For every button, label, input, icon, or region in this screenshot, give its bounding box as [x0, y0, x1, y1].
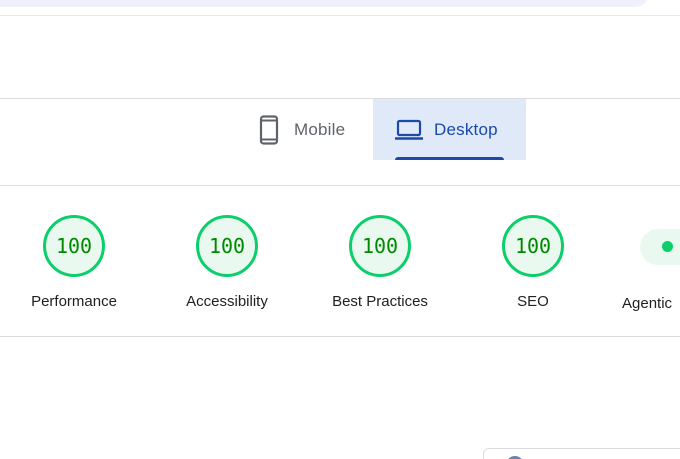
bottom-card[interactable]: [483, 448, 680, 459]
tab-mobile[interactable]: Mobile: [246, 99, 373, 160]
divider: [0, 15, 680, 16]
tab-desktop[interactable]: Desktop: [373, 99, 526, 160]
smartphone-icon: [258, 114, 280, 145]
tab-desktop-label: Desktop: [434, 119, 498, 139]
top-search-bar: [0, 0, 680, 16]
score-circle: 100: [349, 215, 411, 277]
gauge-label: SEO: [517, 293, 549, 310]
gauge-label: Performance: [31, 293, 117, 310]
gauge-label: Agentic: [622, 295, 673, 312]
score-circle: 100: [43, 215, 105, 277]
selected-tab-indicator: [395, 157, 504, 160]
score-pill: [640, 229, 680, 265]
score-circle: 100: [196, 215, 258, 277]
gauge-best-practices[interactable]: 100 Best Practices: [310, 215, 450, 310]
gauge-performance[interactable]: 100 Performance: [4, 215, 144, 310]
gauge-label: Accessibility: [186, 293, 268, 310]
gauge-accessibility[interactable]: 100 Accessibility: [157, 215, 297, 310]
category-scores: 100 Performance 100 Accessibility 100 Be…: [0, 186, 680, 337]
url-input-pill[interactable]: [0, 0, 650, 7]
gauge-agentic[interactable]: Agentic: [600, 215, 680, 315]
laptop-icon: [395, 119, 423, 141]
device-tabs: Mobile Desktop: [0, 98, 680, 186]
score-circle: 100: [502, 215, 564, 277]
tab-mobile-label: Mobile: [294, 119, 346, 139]
gauge-label: Best Practices: [332, 293, 428, 310]
pass-dot-icon: [662, 241, 673, 252]
gauge-seo[interactable]: 100 SEO: [463, 215, 603, 310]
